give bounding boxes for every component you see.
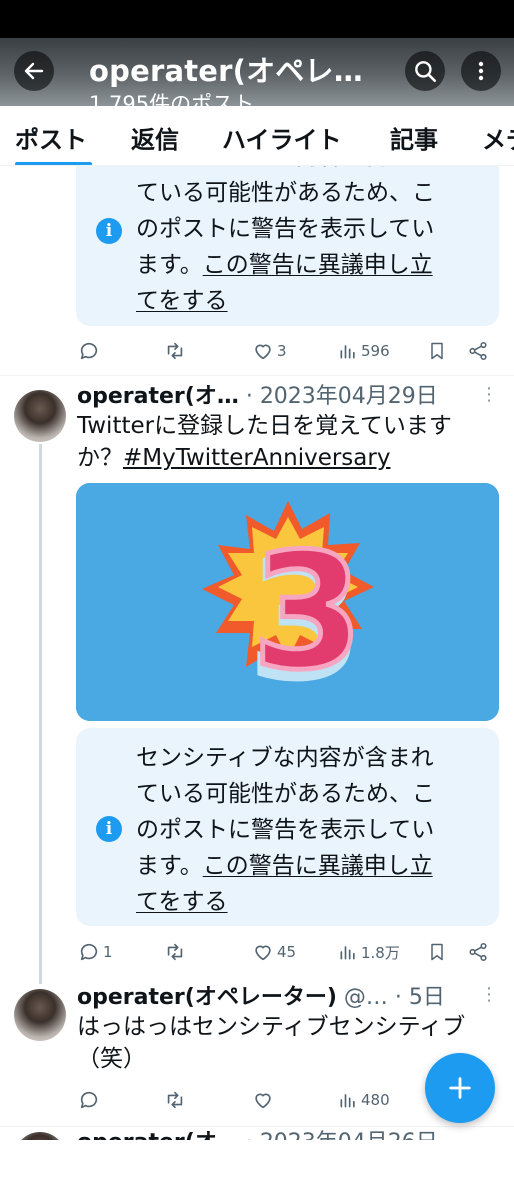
tab-media[interactable]: メディア <box>482 120 514 155</box>
post-menu-button[interactable]: ⋮ <box>480 986 498 1012</box>
post-menu-button[interactable]: ⋮ <box>480 386 498 412</box>
compose-post-button[interactable] <box>425 1053 495 1123</box>
info-icon: i <box>96 816 122 842</box>
share-icon <box>469 341 487 361</box>
back-button[interactable] <box>14 51 54 91</box>
post-count: 1,795件のポスト <box>89 92 255 106</box>
bookmark-button[interactable] <box>427 336 447 366</box>
analytics-icon <box>340 1094 355 1108</box>
anniversary-number: 3 <box>252 518 363 705</box>
bookmark-icon <box>431 943 443 961</box>
post-date[interactable]: · 2023年04月29日 <box>246 384 438 409</box>
repost-button[interactable] <box>163 937 190 967</box>
analytics-icon <box>340 345 355 359</box>
appeal-warning-link[interactable]: この警告に異議申し立 <box>203 252 433 278</box>
reply-icon <box>80 943 98 961</box>
repost-icon <box>167 342 183 360</box>
avatar[interactable] <box>14 989 66 1041</box>
repost-button[interactable] <box>163 336 190 366</box>
share-button[interactable] <box>467 336 489 366</box>
like-button[interactable]: 3 <box>252 336 287 366</box>
bookmark-button[interactable] <box>427 937 447 967</box>
info-icon: i <box>96 218 122 244</box>
author-handle[interactable]: @… <box>344 985 388 1010</box>
tab-highlights[interactable]: ハイライト <box>222 120 342 155</box>
analytics-icon <box>340 946 355 960</box>
post-header: operater(オペレーター) @… · 5日 <box>77 983 445 1013</box>
reply-button[interactable] <box>78 1085 103 1115</box>
sensitive-warning-text: センシティブな内容が含まれ ている可能性があるため、こ のポストに警告を表示して… <box>136 745 435 915</box>
repost-button[interactable] <box>163 1085 190 1115</box>
plus-icon <box>449 1077 471 1099</box>
post-divider <box>0 1126 514 1127</box>
reply-icon <box>80 342 98 360</box>
reply-button[interactable]: 1 <box>78 937 113 967</box>
sensitive-content-notice: i センシティブな内容が含まれ ている可能性があるため、こ のポストに警告を表示… <box>76 166 499 326</box>
like-button[interactable]: 45 <box>252 937 296 967</box>
share-icon <box>469 942 487 962</box>
share-button[interactable] <box>467 937 489 967</box>
bottom-area <box>0 1140 514 1200</box>
heart-icon <box>255 945 271 961</box>
status-bar <box>0 0 514 38</box>
heart-icon <box>255 344 271 360</box>
appeal-warning-link-cont[interactable]: てをする <box>136 288 228 314</box>
views-button[interactable]: 480 <box>338 1085 390 1115</box>
views-button[interactable]: 1.8万 <box>338 937 400 967</box>
appeal-warning-link[interactable]: この警告に異議申し立 <box>203 853 433 879</box>
hashtag-link[interactable]: #MyTwitterAnniversary <box>123 445 390 471</box>
page-title: operater(オペレ… <box>89 54 363 88</box>
appeal-warning-link-cont[interactable]: てをする <box>136 889 228 915</box>
tab-replies[interactable]: 返信 <box>131 120 179 155</box>
tab-posts[interactable]: ポスト <box>15 120 87 155</box>
arrow-left-icon <box>24 62 44 80</box>
post-actions: 1 45 1.8万 <box>76 937 496 967</box>
post-date[interactable]: · 5日 <box>395 985 445 1010</box>
repost-icon <box>167 943 183 961</box>
tab-articles[interactable]: 記事 <box>390 120 438 155</box>
bookmark-icon <box>431 342 443 360</box>
repost-icon <box>167 1091 183 1109</box>
author-name[interactable]: operater(オ… <box>77 384 239 409</box>
anniversary-illustration: 3 3 <box>76 483 499 721</box>
post-header: operater(オ… · 2023年04月29日 <box>77 382 438 412</box>
more-vertical-icon <box>478 61 484 81</box>
heart-icon <box>255 1093 271 1109</box>
profile-tabs: ポスト 返信 ハイライト 記事 メディア <box>0 106 514 166</box>
reply-button[interactable] <box>78 336 103 366</box>
search-button[interactable] <box>405 51 445 91</box>
post-actions: 3 596 <box>76 336 496 366</box>
profile-header: operater(オペレ… 1,795件のポスト <box>0 38 514 106</box>
sensitive-content-notice: i センシティブな内容が含まれ ている可能性があるため、こ のポストに警告を表示… <box>76 728 499 926</box>
timeline[interactable]: i センシティブな内容が含まれ ている可能性があるため、こ のポストに警告を表示… <box>0 166 514 1200</box>
post-image[interactable]: 3 3 <box>76 483 499 721</box>
author-name[interactable]: operater(オペレーター) <box>77 985 337 1010</box>
like-button[interactable] <box>252 1085 277 1115</box>
thread-line <box>39 444 42 984</box>
more-options-button[interactable] <box>461 51 501 91</box>
search-icon <box>415 61 437 83</box>
reply-icon <box>80 1091 98 1109</box>
post-text: Twitterに登録した日を覚えていますか？#MyTwitterAnnivers… <box>77 413 452 471</box>
sensitive-warning-text: センシティブな内容が含まれ ている可能性があるため、こ のポストに警告を表示して… <box>136 166 435 314</box>
avatar[interactable] <box>14 390 66 442</box>
views-button[interactable]: 596 <box>338 336 390 366</box>
post-divider <box>0 375 514 376</box>
